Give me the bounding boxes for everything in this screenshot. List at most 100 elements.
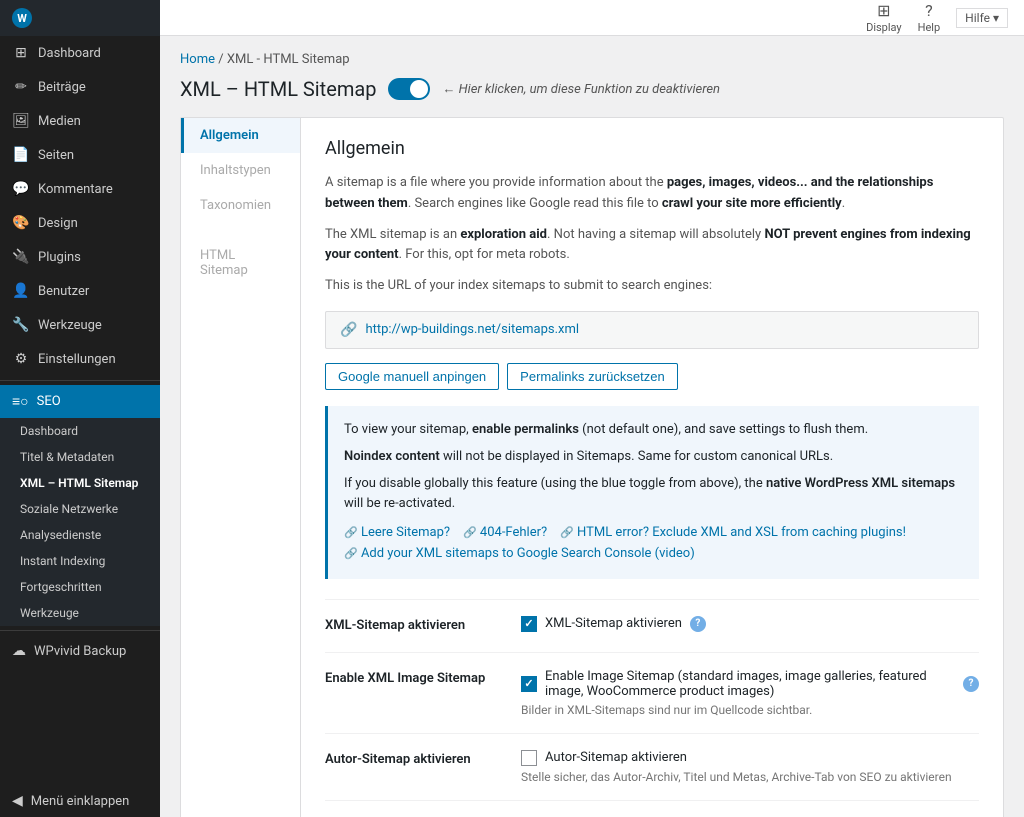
seo-menu-header[interactable]: ≡○ SEO <box>0 385 160 418</box>
autor-checkbox[interactable] <box>521 750 537 766</box>
tab-area: Allgemein Inhaltstypen Taxonomien HTML S… <box>180 117 1004 817</box>
seo-submenu-soziale[interactable]: Soziale Netzwerke <box>0 496 160 522</box>
control-label: XML-Sitemap aktivieren <box>545 616 682 631</box>
sidebar-item-benutzer[interactable]: 👤 Benutzer <box>0 274 160 308</box>
chevron-down-icon: ▾ <box>993 11 999 25</box>
kommentare-icon: 💬 <box>12 180 30 198</box>
section-title: Allgemein <box>325 138 979 159</box>
tab-allgemein[interactable]: Allgemein <box>181 118 300 153</box>
sidebar-item-plugins[interactable]: 🔌 Plugins <box>0 240 160 274</box>
submenu-label: Fortgeschritten <box>20 580 102 594</box>
help-label: Help <box>918 21 941 34</box>
xml-image-checkbox[interactable] <box>521 676 537 692</box>
settings-control-image: Enable Image Sitemap (standard images, i… <box>521 669 979 717</box>
hilfe-label: Hilfe <box>965 11 990 25</box>
hilfe-dropdown[interactable]: Hilfe ▾ <box>956 8 1008 28</box>
sidebar-logo: W <box>0 0 160 36</box>
control-row: XML-Sitemap aktivieren ? <box>521 616 979 632</box>
sidebar-item-label: Kommentare <box>38 182 113 197</box>
link-404[interactable]: 404-Fehler? <box>480 525 547 540</box>
sidebar-item-seiten[interactable]: 📄 Seiten <box>0 138 160 172</box>
sidebar-collapse-button[interactable]: ◀ Menü einklappen <box>0 785 160 817</box>
seo-submenu-werkzeuge[interactable]: Werkzeuge <box>0 600 160 626</box>
tab-nav: Allgemein Inhaltstypen Taxonomien HTML S… <box>181 118 301 817</box>
link-search-console[interactable]: Add your XML sitemaps to Google Search C… <box>361 546 695 561</box>
sidebar-item-label: Dashboard <box>38 46 101 61</box>
sidebar-item-medien[interactable]: 🖼 Medien <box>0 104 160 138</box>
feature-toggle[interactable] <box>388 78 430 100</box>
tab-inhaltstypen[interactable]: Inhaltstypen <box>181 153 300 188</box>
settings-control-xml: XML-Sitemap aktivieren ? <box>521 616 979 636</box>
medien-icon: 🖼 <box>12 112 30 130</box>
control-row: Enable Image Sitemap (standard images, i… <box>521 669 979 699</box>
autor-help-text: Stelle sicher, das Autor-Archiv, Titel u… <box>521 770 979 784</box>
sidebar-item-design[interactable]: 🎨 Design <box>0 206 160 240</box>
breadcrumb-home[interactable]: Home <box>180 52 215 67</box>
sidebar-item-wpvivid[interactable]: ☁ WPvivid Backup <box>0 635 160 667</box>
settings-label-xml: XML-Sitemap aktivieren <box>325 616 505 633</box>
seo-submenu-xml[interactable]: XML – HTML Sitemap <box>0 470 160 496</box>
collapse-icon: ◀ <box>12 793 23 809</box>
info-line-2: Noindex content will not be displayed in… <box>344 447 963 468</box>
tab-label: HTML Sitemap <box>200 248 248 278</box>
seo-submenu-dashboard[interactable]: Dashboard <box>0 418 160 444</box>
main-area: ⊞ Display ? Help Hilfe ▾ Home / XML - HT… <box>160 0 1024 817</box>
seo-submenu-fortgeschritten[interactable]: Fortgeschritten <box>0 574 160 600</box>
settings-label-autor: Autor-Sitemap aktivieren <box>325 750 505 767</box>
action-buttons: Google manuell anpingen Permalinks zurüc… <box>325 363 979 390</box>
desc-3: This is the URL of your index sitemaps t… <box>325 276 979 297</box>
permalinks-reset-button[interactable]: Permalinks zurücksetzen <box>507 363 678 390</box>
external-link-icon: 🔗 <box>340 322 357 338</box>
google-ping-button[interactable]: Google manuell anpingen <box>325 363 499 390</box>
settings-row-html-sitemap: HTML-Sitemap aktivieren HTML-Sitemap akt… <box>325 800 979 817</box>
info-links: 🔗 Leere Sitemap? 🔗 404-Fehler? 🔗 HTML er… <box>344 523 963 565</box>
display-label: Display <box>866 21 902 34</box>
sidebar-item-kommentare[interactable]: 💬 Kommentare <box>0 172 160 206</box>
sidebar-item-label: Seiten <box>38 148 74 163</box>
sidebar-item-beitraege[interactable]: ✏ Beiträge <box>0 70 160 104</box>
sidebar-item-label: Werkzeuge <box>38 318 102 333</box>
beitraege-icon: ✏ <box>12 78 30 96</box>
sidebar-item-label: Einstellungen <box>38 352 116 367</box>
wpvivid-label: WPvivid Backup <box>34 644 126 659</box>
sidebar-item-werkzeuge[interactable]: 🔧 Werkzeuge <box>0 308 160 342</box>
settings-row-autor: Autor-Sitemap aktivieren Autor-Sitemap a… <box>325 733 979 800</box>
settings-row-xml-sitemap: XML-Sitemap aktivieren XML-Sitemap aktiv… <box>325 599 979 652</box>
tab-html-sitemap[interactable]: HTML Sitemap <box>181 223 300 288</box>
desc-2: The XML sitemap is an exploration aid. N… <box>325 225 979 267</box>
help-button[interactable]: ? Help <box>918 1 941 34</box>
seo-icon: ≡○ <box>12 393 29 410</box>
ext-icon-3: 🔗 <box>560 526 574 539</box>
dashboard-icon: ⊞ <box>12 44 30 62</box>
link-html-error[interactable]: HTML error? Exclude XML and XSL from cac… <box>577 525 906 540</box>
seo-submenu-analyse[interactable]: Analysedienste <box>0 522 160 548</box>
seo-submenu-instant[interactable]: Instant Indexing <box>0 548 160 574</box>
link-leere-sitemap[interactable]: Leere Sitemap? <box>361 525 450 540</box>
info-line-1: To view your sitemap, enable permalinks … <box>344 420 963 441</box>
sidebar-item-label: Benutzer <box>38 284 89 299</box>
sidebar-item-einstellungen[interactable]: ⚙ Einstellungen <box>0 342 160 376</box>
sitemap-url-box: 🔗 http://wp-buildings.net/sitemaps.xml <box>325 311 979 349</box>
seo-label: SEO <box>37 394 61 409</box>
image-help-text: Bilder in XML-Sitemaps sind nur im Quell… <box>521 703 979 717</box>
submenu-label: Soziale Netzwerke <box>20 502 118 516</box>
settings-row-xml-image: Enable XML Image Sitemap Enable Image Si… <box>325 652 979 733</box>
tab-taxonomien[interactable]: Taxonomien <box>181 188 300 223</box>
werkzeuge-icon: 🔧 <box>12 316 30 334</box>
xml-sitemap-checkbox[interactable] <box>521 616 537 632</box>
sidebar-item-label: Plugins <box>38 250 81 265</box>
breadcrumb: Home / XML - HTML Sitemap <box>180 52 1004 67</box>
help-icon-image[interactable]: ? <box>963 676 979 692</box>
sidebar-item-label: Design <box>38 216 78 231</box>
seo-menu: ≡○ SEO Dashboard Titel & Metadaten XML –… <box>0 385 160 626</box>
wordpress-logo: W <box>12 8 32 28</box>
sidebar-item-dashboard[interactable]: ⊞ Dashboard <box>0 36 160 70</box>
sitemap-url-link[interactable]: http://wp-buildings.net/sitemaps.xml <box>365 322 579 337</box>
einstellungen-icon: ⚙ <box>12 350 30 368</box>
seo-submenu-titel[interactable]: Titel & Metadaten <box>0 444 160 470</box>
settings-label-image: Enable XML Image Sitemap <box>325 669 505 686</box>
display-button[interactable]: ⊞ Display <box>866 1 902 34</box>
page-title-row: XML – HTML Sitemap ← Hier klicken, um di… <box>180 77 1004 101</box>
help-icon-xml[interactable]: ? <box>690 616 706 632</box>
settings-control-autor: Autor-Sitemap aktivieren Stelle sicher, … <box>521 750 979 784</box>
